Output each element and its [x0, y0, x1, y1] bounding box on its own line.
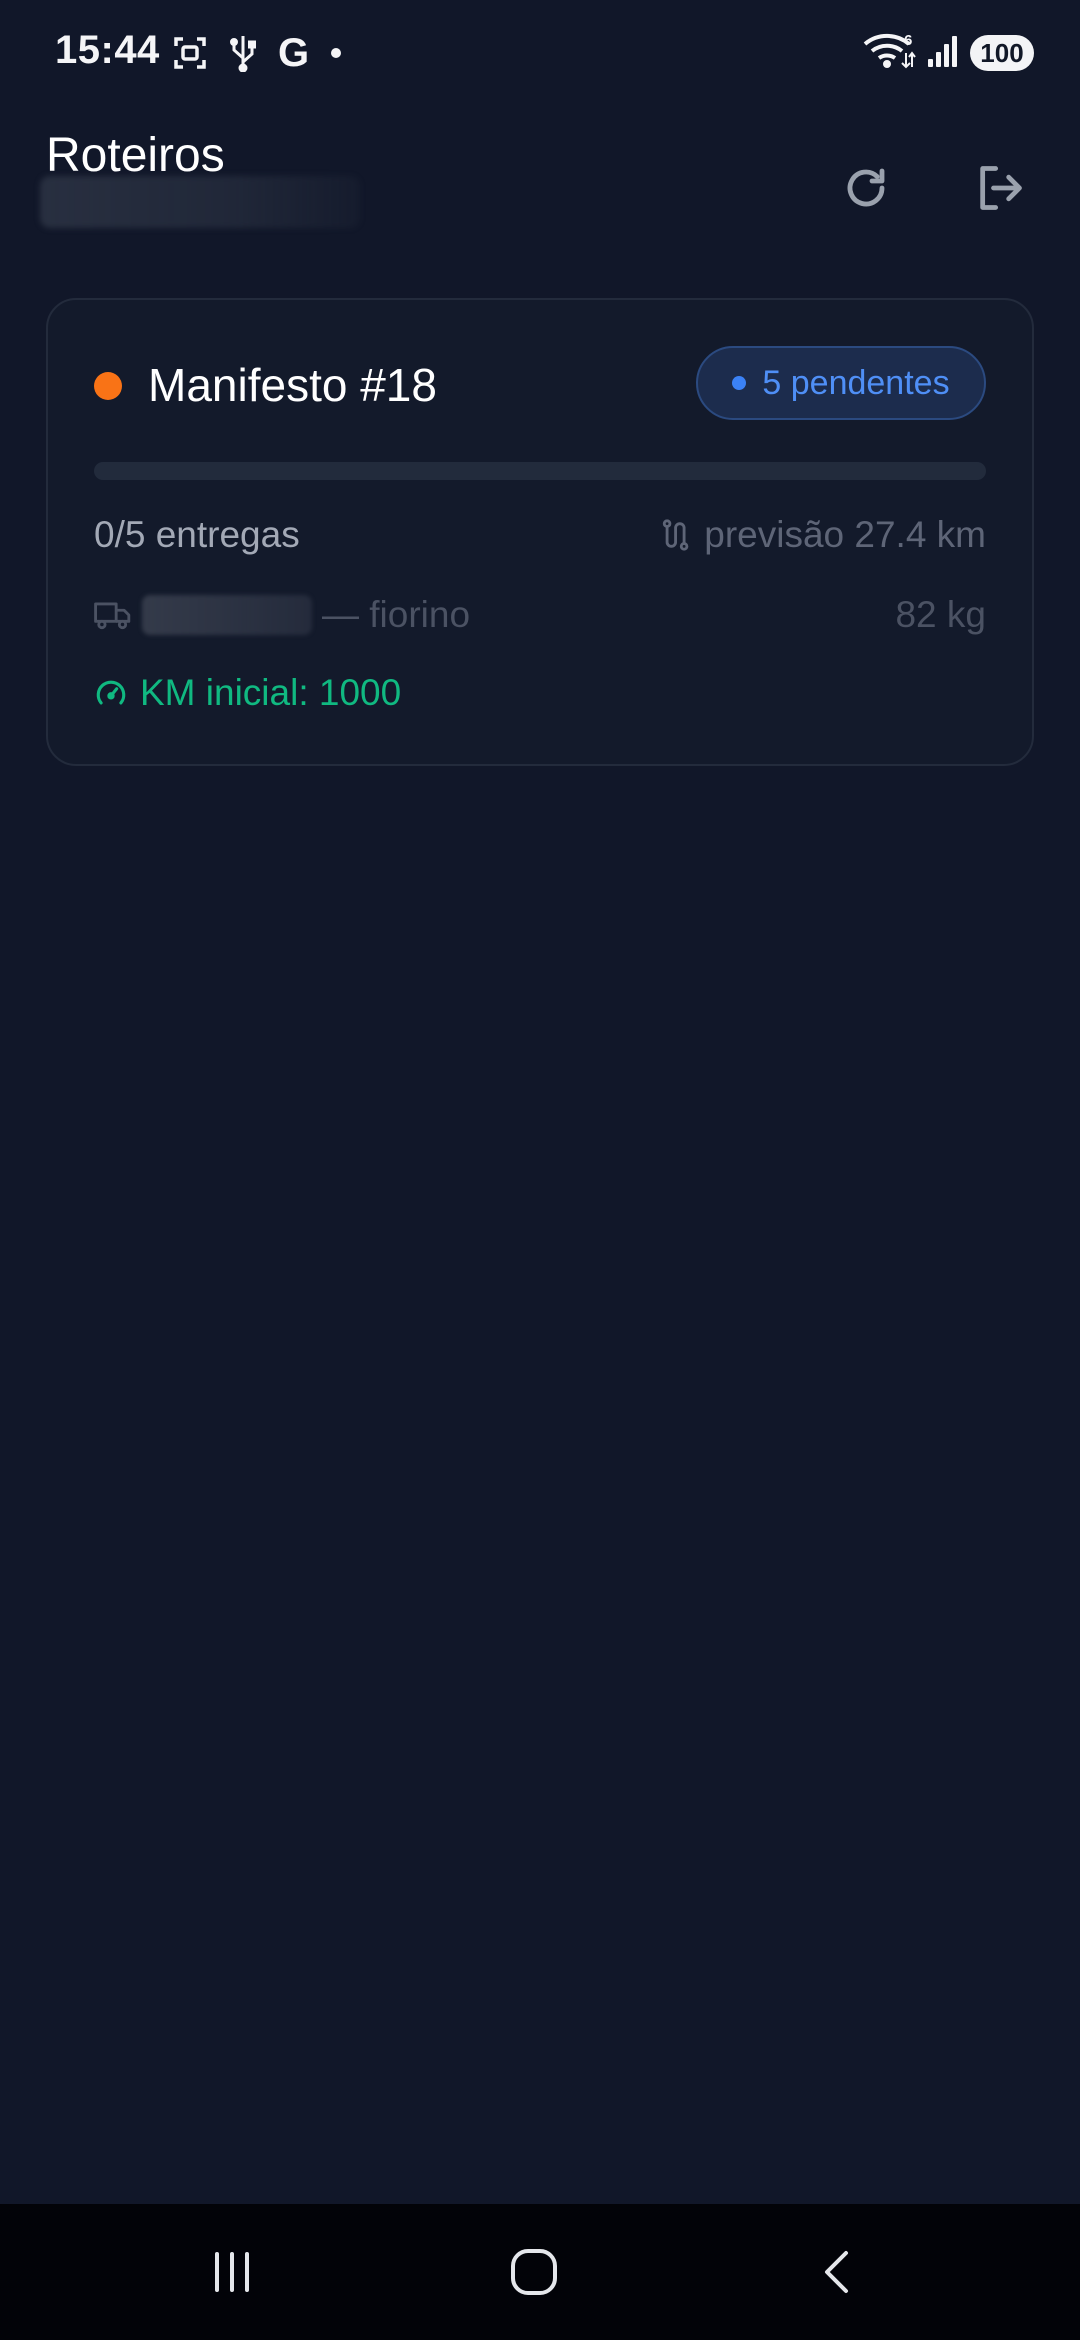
badge-label: 5 pendentes [762, 363, 950, 402]
status-icons-right: 6 100 [862, 30, 1034, 76]
recent-apps-icon [215, 2252, 249, 2292]
refresh-icon [847, 168, 885, 207]
refresh-button[interactable] [826, 148, 906, 228]
badge-dot [732, 376, 747, 390]
km-initial: KM inicial: 1000 [140, 672, 402, 713]
back-icon [825, 2251, 848, 2293]
vehicle-model: — fiorino [322, 594, 471, 635]
forecast-text: previsão 27.4 km [704, 514, 986, 555]
manifest-title: Manifesto #18 [148, 359, 437, 411]
status-bar: 15:44 G 6 100 [0, 0, 1080, 110]
pending-badge: 5 pendentes [696, 346, 986, 420]
redacted-vehicle-plate [142, 595, 312, 635]
usb-icon [230, 34, 256, 72]
truck-icon [94, 602, 131, 630]
screen: 15:44 G 6 100 Roteiros Manifesto #18 5 p… [0, 0, 1080, 2340]
home-button[interactable] [484, 2234, 584, 2310]
km-initial-row: KM inicial: 1000 [94, 672, 401, 714]
logout-icon [980, 166, 1022, 210]
screenshot-icon [172, 35, 208, 71]
wifi-icon: 6 [862, 31, 916, 76]
delivery-progress-bar [94, 462, 986, 480]
signal-icon [926, 33, 960, 74]
manifest-card[interactable]: Manifesto #18 5 pendentes 0/5 entregas p… [46, 298, 1034, 766]
wifi-badge: 6 [904, 32, 912, 49]
redacted-subtitle [40, 176, 360, 228]
page-title: Roteiros [46, 129, 225, 182]
route-icon [663, 519, 689, 551]
status-dot [94, 372, 122, 400]
weight: 82 kg [895, 594, 986, 635]
vehicle-row: — fiorino [94, 594, 470, 636]
recent-apps-button[interactable] [182, 2234, 282, 2310]
status-icons-left: G [172, 30, 342, 76]
deliveries-count: 0/5 entregas [94, 514, 300, 555]
app-header: Roteiros [0, 120, 1080, 240]
back-button[interactable] [788, 2234, 888, 2310]
navigation-bar [0, 2204, 1080, 2340]
home-icon [511, 2249, 557, 2295]
speedometer-icon [96, 680, 126, 705]
google-icon: G [278, 31, 310, 75]
status-time: 15:44 [55, 28, 160, 72]
logout-button[interactable] [960, 148, 1040, 228]
notification-dot [331, 48, 342, 58]
forecast: previsão 27.4 km [660, 514, 986, 556]
battery-indicator: 100 [970, 35, 1034, 71]
